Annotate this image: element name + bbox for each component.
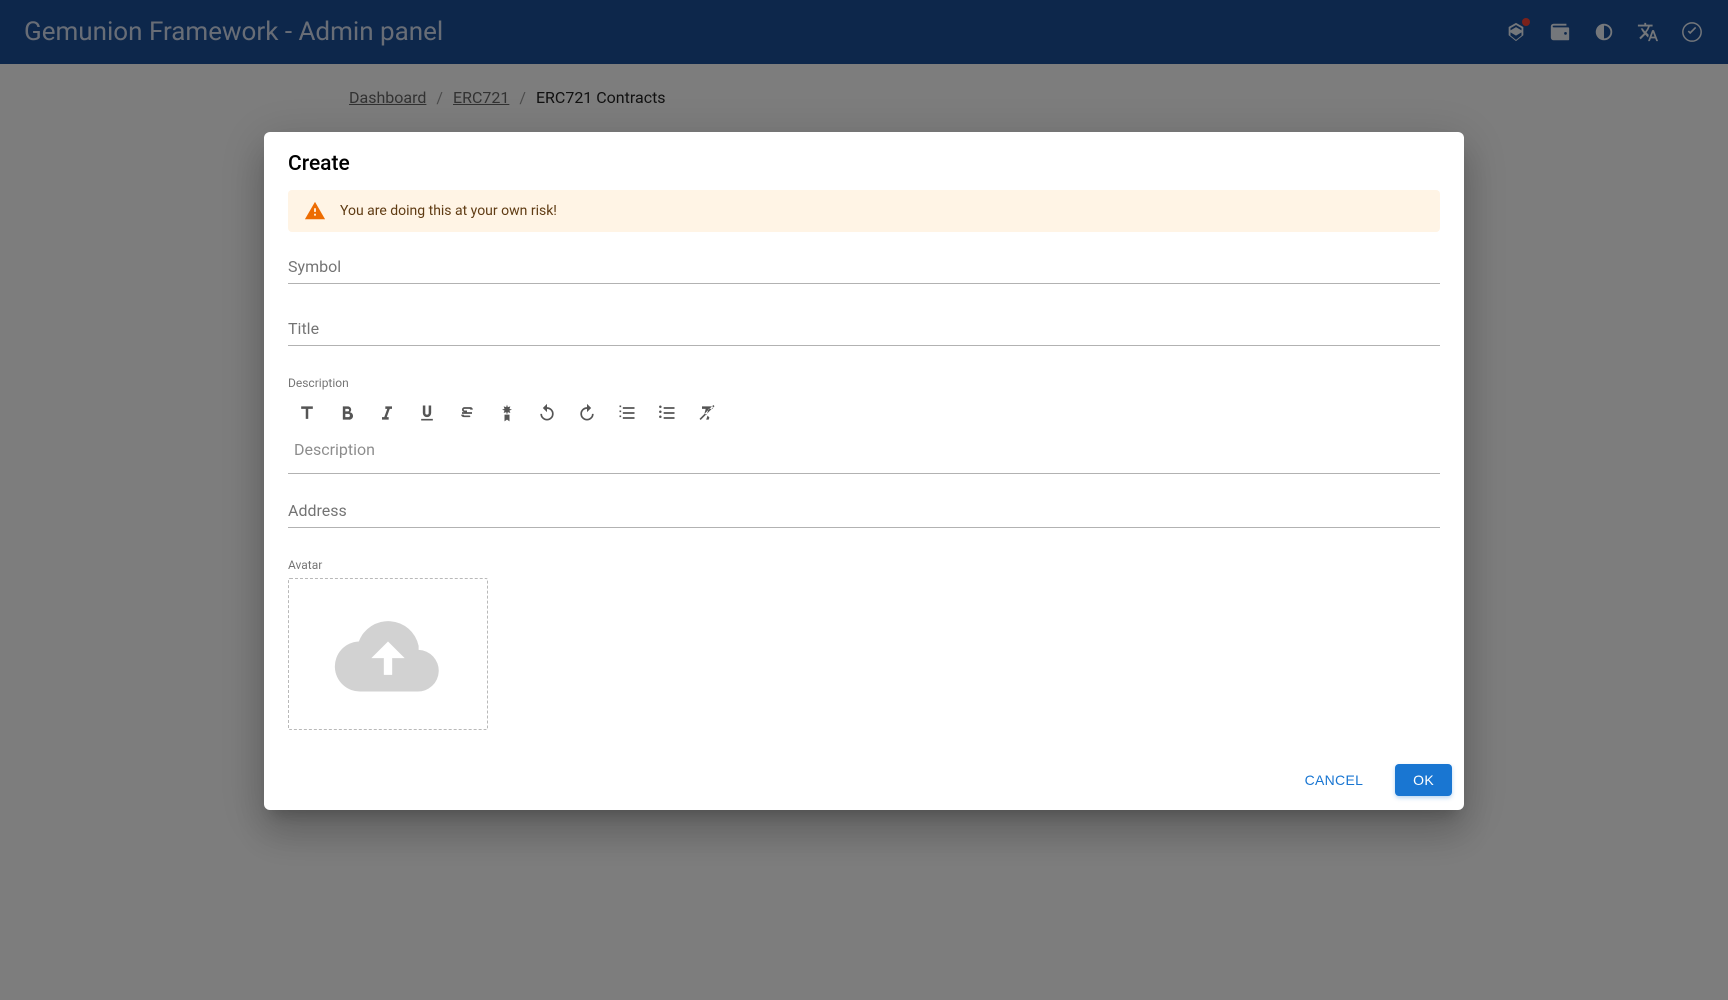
rte-redo-icon[interactable] xyxy=(576,402,598,424)
warning-icon xyxy=(304,200,326,222)
symbol-field: Symbol xyxy=(288,252,1440,284)
avatar-upload-zone[interactable] xyxy=(288,578,488,730)
symbol-input[interactable] xyxy=(288,252,1440,284)
cancel-button[interactable]: CANCEL xyxy=(1287,764,1382,796)
rte-strike-icon[interactable] xyxy=(456,402,478,424)
avatar-label: Avatar xyxy=(288,558,1440,572)
rte-toolbar xyxy=(288,396,1440,430)
title-field: Title xyxy=(288,314,1440,346)
rte-bold-icon[interactable] xyxy=(336,402,358,424)
description-field: Description Description xyxy=(288,376,1440,474)
create-dialog: Create You are doing this at your own ri… xyxy=(264,132,1464,810)
modal-overlay[interactable]: Create You are doing this at your own ri… xyxy=(0,0,1728,1000)
description-input[interactable]: Description xyxy=(288,430,1440,474)
cloud-upload-icon xyxy=(318,604,458,704)
rte-clear-format-icon[interactable] xyxy=(696,402,718,424)
address-field: Address xyxy=(288,496,1440,528)
title-input[interactable] xyxy=(288,314,1440,346)
dialog-title: Create xyxy=(264,132,1464,190)
avatar-field: Avatar xyxy=(288,558,1440,730)
ok-button[interactable]: OK xyxy=(1395,764,1452,796)
dialog-content: You are doing this at your own risk! Sym… xyxy=(264,190,1464,750)
warning-text: You are doing this at your own risk! xyxy=(340,203,557,219)
dialog-actions: CANCEL OK xyxy=(264,750,1464,810)
rte-highlight-icon[interactable] xyxy=(496,402,518,424)
description-label: Description xyxy=(288,376,1440,390)
rte-ordered-list-icon[interactable] xyxy=(616,402,638,424)
rte-italic-icon[interactable] xyxy=(376,402,398,424)
address-input[interactable] xyxy=(288,496,1440,528)
rte-undo-icon[interactable] xyxy=(536,402,558,424)
rte-underline-icon[interactable] xyxy=(416,402,438,424)
rte-title-icon[interactable] xyxy=(296,402,318,424)
rte-bullet-list-icon[interactable] xyxy=(656,402,678,424)
warning-alert: You are doing this at your own risk! xyxy=(288,190,1440,232)
